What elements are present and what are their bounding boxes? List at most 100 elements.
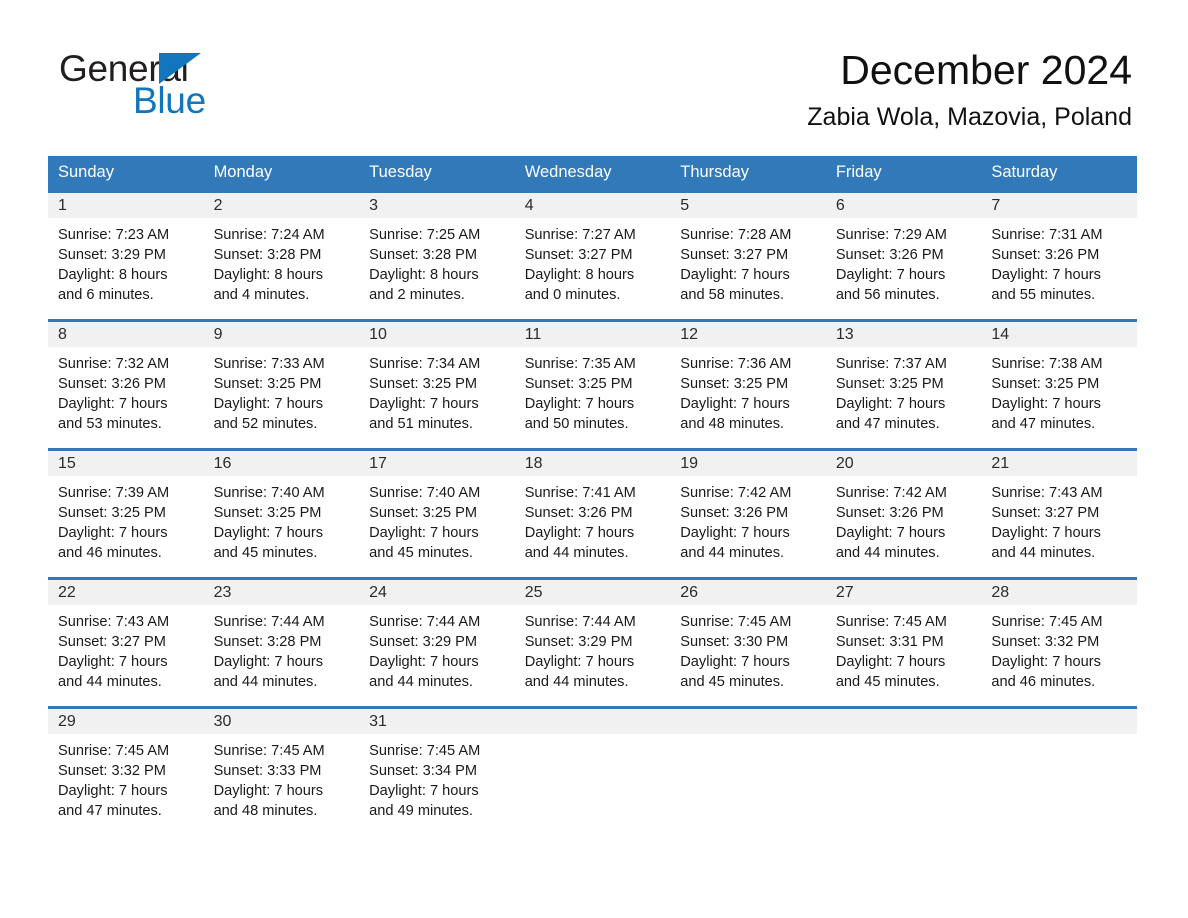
daylight-line-1: Daylight: 7 hours <box>58 395 168 412</box>
day-cell[interactable]: 14 Sunrise: 7:38 AM Sunset: 3:25 PM Dayligh… <box>981 318 1137 434</box>
week-spacer <box>48 304 1137 321</box>
daylight-line-1: Daylight: 7 hours <box>524 395 635 412</box>
day-cell[interactable]: 1 Sunrise: 7:23 AM Sunset: 3:29 PM Daylight… <box>48 189 204 305</box>
day-cell[interactable]: 17 Sunrise: 7:40 AM Sunset: 3:25 PM Dayligh… <box>359 447 515 563</box>
day-cell[interactable]: 31 Sunrise: 7:45 AM Sunset: 3:34 PM Dayligh… <box>359 705 515 821</box>
day-number: 3 <box>359 192 515 218</box>
day-cell[interactable]: 8 Sunrise: 7:32 AM Sunset: 3:26 PM Daylight… <box>48 318 204 434</box>
daylight-line-2: and 58 minutes. <box>680 286 785 303</box>
day-cell[interactable]: 16 Sunrise: 7:40 AM Sunset: 3:25 PM Dayligh… <box>203 447 360 563</box>
daylight-line-2: and 56 minutes. <box>835 286 940 303</box>
day-number: 4 <box>514 192 671 218</box>
week-spacer-cell <box>514 562 671 579</box>
day-details <box>515 734 671 741</box>
day-number: 14 <box>981 321 1137 347</box>
daylight-line-2: and 0 minutes. <box>524 286 621 303</box>
week-spacer-cell <box>359 304 515 321</box>
week-spacer-cell <box>48 691 204 708</box>
day-cell[interactable]: 9 Sunrise: 7:33 AM Sunset: 3:25 PM Daylight… <box>203 318 360 434</box>
day-number: 30 <box>203 708 360 734</box>
day-cell[interactable]: 11 Sunrise: 7:35 AM Sunset: 3:25 PM Dayligh… <box>514 318 671 434</box>
day-cell[interactable]: 3 Sunrise: 7:25 AM Sunset: 3:28 PM Daylight… <box>359 189 515 305</box>
daylight-line-1: Daylight: 7 hours <box>835 653 946 670</box>
daylight-line-2: and 44 minutes. <box>524 673 629 690</box>
daylight-line-2: and 45 minutes. <box>369 544 473 561</box>
daylight-line-1: Daylight: 7 hours <box>369 782 479 799</box>
sunset-time: Sunset: 3:27 PM <box>58 633 166 650</box>
daylight-line-2: and 45 minutes. <box>213 544 318 561</box>
sunset-time: Sunset: 3:29 PM <box>369 633 478 650</box>
sunrise-time: Sunrise: 7:29 AM <box>835 226 947 243</box>
day-cell[interactable]: 5 Sunrise: 7:28 AM Sunset: 3:27 PM Daylight… <box>670 189 826 305</box>
day-cell[interactable]: 24 Sunrise: 7:44 AM Sunset: 3:29 PM Dayligh… <box>359 576 515 692</box>
day-cell[interactable]: 21 Sunrise: 7:43 AM Sunset: 3:27 PM Dayligh… <box>981 447 1137 563</box>
sunrise-time: Sunrise: 7:45 AM <box>369 742 481 759</box>
day-number: 7 <box>981 192 1137 218</box>
day-cell[interactable]: 6 Sunrise: 7:29 AM Sunset: 3:26 PM Daylight… <box>825 189 982 305</box>
daylight-line-2: and 6 minutes. <box>58 286 154 303</box>
week-spacer-cell <box>203 433 360 450</box>
day-number: 31 <box>359 708 515 734</box>
day-details: Sunrise: 7:25 AM Sunset: 3:28 PM Daylight:… <box>359 218 515 305</box>
day-cell[interactable]: 26 Sunrise: 7:45 AM Sunset: 3:30 PM Dayligh… <box>670 576 826 692</box>
daylight-line-1: Daylight: 7 hours <box>369 524 479 541</box>
week-spacer-cell <box>981 691 1137 708</box>
sunset-time: Sunset: 3:25 PM <box>58 504 166 521</box>
day-cell[interactable]: 28 Sunrise: 7:45 AM Sunset: 3:32 PM Dayligh… <box>981 576 1137 692</box>
day-cell[interactable]: 13 Sunrise: 7:37 AM Sunset: 3:25 PM Dayligh… <box>825 318 982 434</box>
daylight-line-1: Daylight: 7 hours <box>524 524 635 541</box>
day-cell[interactable]: 4 Sunrise: 7:27 AM Sunset: 3:27 PM Daylight… <box>514 189 671 305</box>
calendar-week-row: 15 Sunrise: 7:39 AM Sunset: 3:25 PM Dayligh… <box>48 447 1137 563</box>
calendar-table: Sunday Monday Tuesday Wednesday Thursday… <box>48 155 1137 821</box>
sunset-time: Sunset: 3:25 PM <box>369 375 478 392</box>
day-number: 18 <box>514 450 671 476</box>
calendar-container: Sunday Monday Tuesday Wednesday Thursday… <box>48 155 1137 821</box>
daylight-line-1: Daylight: 7 hours <box>524 653 635 670</box>
daylight-line-2: and 48 minutes. <box>213 802 318 819</box>
day-number <box>981 708 1137 734</box>
daylight-line-1: Daylight: 7 hours <box>213 782 324 799</box>
day-number: 16 <box>203 450 360 476</box>
day-details: Sunrise: 7:36 AM Sunset: 3:25 PM Daylight:… <box>670 347 826 434</box>
day-number: 11 <box>514 321 671 347</box>
day-cell[interactable]: 30 Sunrise: 7:45 AM Sunset: 3:33 PM Dayligh… <box>203 705 360 821</box>
day-cell[interactable]: 25 Sunrise: 7:44 AM Sunset: 3:29 PM Dayligh… <box>514 576 671 692</box>
sunset-time: Sunset: 3:26 PM <box>524 504 633 521</box>
week-spacer-cell <box>670 304 826 321</box>
day-cell[interactable]: 10 Sunrise: 7:34 AM Sunset: 3:25 PM Dayligh… <box>359 318 515 434</box>
sunrise-time: Sunrise: 7:40 AM <box>369 484 481 501</box>
day-cell[interactable]: 22 Sunrise: 7:43 AM Sunset: 3:27 PM Dayligh… <box>48 576 204 692</box>
day-cell[interactable]: 12 Sunrise: 7:36 AM Sunset: 3:25 PM Dayligh… <box>670 318 826 434</box>
day-cell[interactable]: 15 Sunrise: 7:39 AM Sunset: 3:25 PM Dayligh… <box>48 447 204 563</box>
daylight-line-2: and 44 minutes. <box>991 544 1096 561</box>
day-number: 6 <box>825 192 982 218</box>
sunrise-time: Sunrise: 7:27 AM <box>524 226 636 243</box>
day-cell[interactable]: 18 Sunrise: 7:41 AM Sunset: 3:26 PM Dayligh… <box>514 447 671 563</box>
day-number: 25 <box>514 579 671 605</box>
sunset-time: Sunset: 3:32 PM <box>58 762 166 779</box>
day-cell[interactable]: 7 Sunrise: 7:31 AM Sunset: 3:26 PM Daylight… <box>981 189 1137 305</box>
day-cell[interactable]: 29 Sunrise: 7:45 AM Sunset: 3:32 PM Dayligh… <box>48 705 204 821</box>
day-number: 13 <box>825 321 982 347</box>
sunset-time: Sunset: 3:25 PM <box>524 375 633 392</box>
day-details: Sunrise: 7:44 AM Sunset: 3:28 PM Daylight:… <box>204 605 360 692</box>
day-cell[interactable]: 19 Sunrise: 7:42 AM Sunset: 3:26 PM Dayligh… <box>670 447 826 563</box>
day-details: Sunrise: 7:43 AM Sunset: 3:27 PM Daylight:… <box>981 476 1137 563</box>
day-cell[interactable]: 20 Sunrise: 7:42 AM Sunset: 3:26 PM Dayligh… <box>825 447 982 563</box>
day-number: 27 <box>825 579 982 605</box>
daylight-line-2: and 44 minutes. <box>835 544 940 561</box>
day-number: 5 <box>670 192 826 218</box>
sunrise-time: Sunrise: 7:31 AM <box>991 226 1103 243</box>
day-cell[interactable]: 23 Sunrise: 7:44 AM Sunset: 3:28 PM Dayligh… <box>203 576 360 692</box>
week-spacer-cell <box>825 304 982 321</box>
sunset-time: Sunset: 3:29 PM <box>524 633 633 650</box>
daylight-line-1: Daylight: 7 hours <box>680 653 790 670</box>
day-number: 9 <box>203 321 360 347</box>
generalblue-logo[interactable]: General Blue <box>58 46 348 124</box>
week-spacer-cell <box>359 562 515 579</box>
day-cell-empty <box>670 705 826 821</box>
day-cell[interactable]: 2 Sunrise: 7:24 AM Sunset: 3:28 PM Daylight… <box>203 189 360 305</box>
daylight-line-1: Daylight: 8 hours <box>213 266 324 283</box>
day-details <box>981 734 1137 741</box>
day-cell[interactable]: 27 Sunrise: 7:45 AM Sunset: 3:31 PM Dayligh… <box>825 576 982 692</box>
